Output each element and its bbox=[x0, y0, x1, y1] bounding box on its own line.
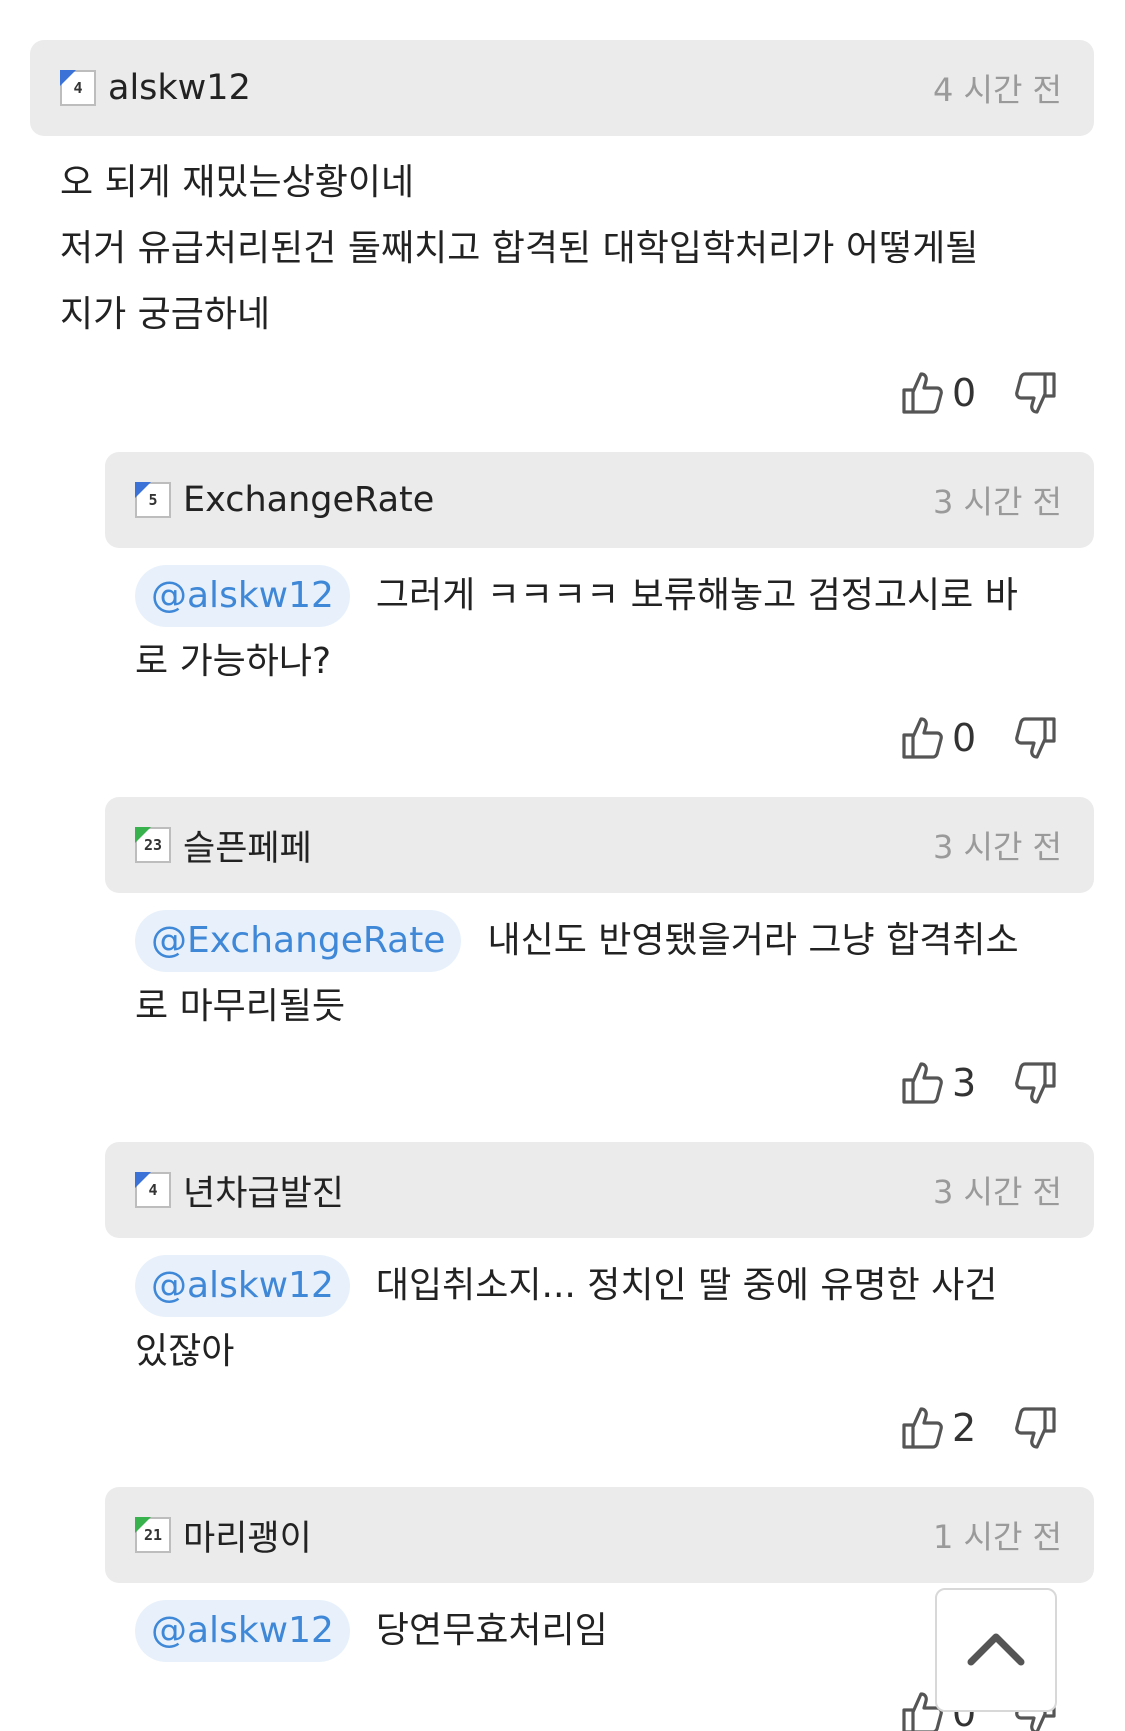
reply-header: 21 마리괭이 1 시간 전 bbox=[105, 1487, 1094, 1583]
dislike-button[interactable] bbox=[1014, 1405, 1058, 1451]
like-count: 0 bbox=[952, 371, 977, 415]
comment-time: 1 시간 전 bbox=[932, 1518, 1062, 1556]
chevron-up-icon bbox=[965, 1628, 1027, 1672]
dislike-button[interactable] bbox=[1014, 715, 1058, 761]
level-badge-icon: 4 bbox=[60, 70, 96, 106]
level-badge-icon: 4 bbox=[135, 1172, 171, 1208]
thumbs-down-icon bbox=[1014, 715, 1058, 761]
like-count: 2 bbox=[952, 1406, 977, 1450]
comment-text: 오 되게 재밌는상황이네 저거 유급처리된건 둘째치고 합격된 대학입학처리가 … bbox=[60, 162, 979, 335]
comment-actions: 3 bbox=[900, 1060, 1058, 1106]
thumbs-up-icon bbox=[900, 1405, 944, 1451]
reply-text: @alskw12 대입취소지... 정치인 딸 중에 유명한 사건 있잖아 bbox=[135, 1253, 1115, 1385]
like-button[interactable]: 0 bbox=[900, 370, 992, 416]
reply-header: 4 년차급발진 3 시간 전 bbox=[105, 1142, 1094, 1238]
thumbs-down-icon bbox=[1014, 1060, 1058, 1106]
thumbs-up-icon bbox=[900, 1060, 944, 1106]
comment-time: 3 시간 전 bbox=[932, 1173, 1062, 1211]
comment-author[interactable]: 마리괭이 bbox=[183, 1510, 312, 1561]
like-count: 0 bbox=[952, 716, 977, 760]
scroll-to-top-button[interactable] bbox=[935, 1588, 1057, 1712]
comment-actions: 0 bbox=[900, 370, 1058, 416]
reply-text: @ExchangeRate 내신도 반영됐을거라 그냥 합격취소 로 마무리될듯 bbox=[135, 908, 1115, 1040]
level-badge-icon: 5 bbox=[135, 482, 171, 518]
mention-link[interactable]: @alskw12 bbox=[135, 1600, 350, 1662]
reply-text: @alskw12 그러게 ㅋㅋㅋㅋ 보류해놓고 검정고시로 바 로 가능하나? bbox=[135, 563, 1115, 695]
comment-thread: 4 alskw12 4 시간 전 오 되게 재밌는상황이네 저거 유급처리된건 … bbox=[0, 0, 1125, 1731]
mention-link[interactable]: @ExchangeRate bbox=[135, 910, 462, 972]
like-button[interactable]: 2 bbox=[900, 1405, 992, 1451]
like-count: 3 bbox=[952, 1061, 977, 1105]
mention-link[interactable]: @alskw12 bbox=[135, 1255, 350, 1317]
comment-author[interactable]: 슬픈페페 bbox=[183, 820, 312, 871]
reply-header: 23 슬픈페페 3 시간 전 bbox=[105, 797, 1094, 893]
previous-comment-actions bbox=[905, 0, 1065, 10]
comment-author[interactable]: 년차급발진 bbox=[183, 1165, 344, 1216]
comment-header: 4 alskw12 4 시간 전 bbox=[30, 40, 1094, 136]
dislike-button[interactable] bbox=[1014, 1060, 1058, 1106]
thumbs-up-icon bbox=[900, 370, 944, 416]
dislike-button[interactable] bbox=[1014, 370, 1058, 416]
comment-author[interactable]: alskw12 bbox=[108, 68, 251, 108]
comment-author[interactable]: ExchangeRate bbox=[183, 480, 434, 520]
comment-actions: 0 bbox=[900, 715, 1058, 761]
comment-actions: 2 bbox=[900, 1405, 1058, 1451]
comment-time: 3 시간 전 bbox=[932, 483, 1062, 521]
level-badge-icon: 21 bbox=[135, 1517, 171, 1553]
like-button[interactable]: 3 bbox=[900, 1060, 992, 1106]
thumbs-down-icon bbox=[1014, 1405, 1058, 1451]
level-badge-icon: 23 bbox=[135, 827, 171, 863]
thumbs-down-icon bbox=[1014, 370, 1058, 416]
comment-time: 3 시간 전 bbox=[932, 828, 1062, 866]
like-button[interactable]: 0 bbox=[900, 715, 992, 761]
thumbs-up-icon bbox=[900, 715, 944, 761]
reply-header: 5 ExchangeRate 3 시간 전 bbox=[105, 452, 1094, 548]
mention-link[interactable]: @alskw12 bbox=[135, 565, 350, 627]
comment-time: 4 시간 전 bbox=[932, 71, 1062, 109]
